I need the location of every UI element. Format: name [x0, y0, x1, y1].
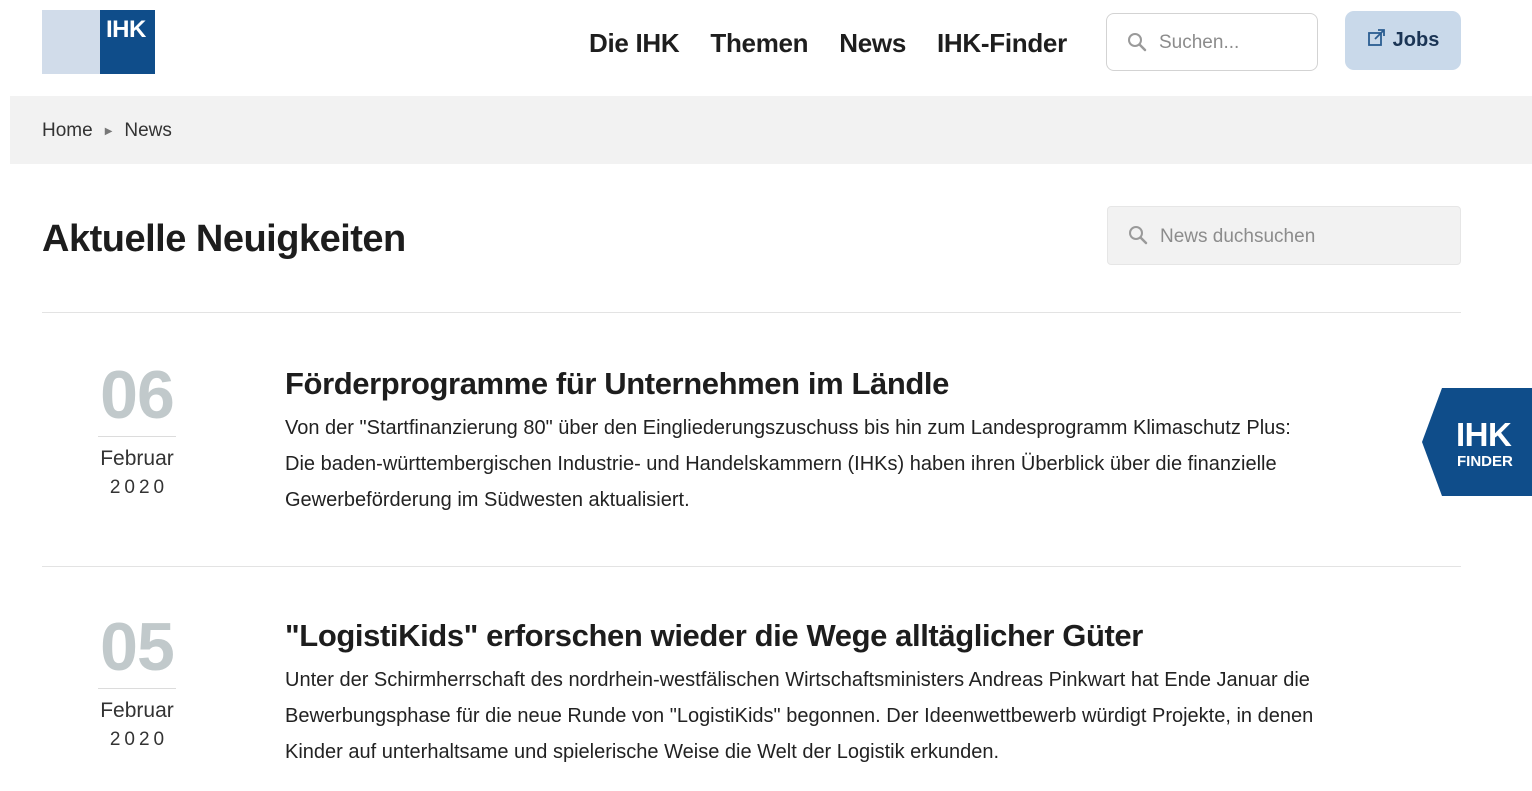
logo-light-block	[42, 10, 100, 74]
ihk-finder-badge[interactable]: IHK FINDER	[1422, 388, 1532, 496]
news-month: Februar	[100, 699, 174, 722]
nav-item-themen[interactable]: Themen	[710, 28, 808, 59]
breadcrumb: Home ▶ News	[42, 120, 172, 142]
news-date: 06 Februar 2020	[98, 357, 176, 503]
news-teaser: Von der "Startfinanzierung 80" über den …	[285, 417, 1291, 511]
date-divider	[98, 436, 176, 437]
nav-item-news[interactable]: News	[839, 28, 906, 59]
external-link-icon	[1367, 28, 1387, 53]
news-year: 2020	[109, 477, 169, 498]
news-item: 06 Februar 2020 Förderprogramme für Unte…	[42, 357, 1342, 534]
jobs-button[interactable]: Jobs	[1345, 11, 1461, 70]
search-icon	[1128, 225, 1148, 250]
nav-item-die-ihk[interactable]: Die IHK	[589, 28, 680, 59]
news-search[interactable]	[1107, 206, 1461, 265]
news-content: "LogistiKids" erforschen wieder die Wege…	[285, 616, 1315, 770]
news-day: 06	[100, 357, 175, 433]
header-search-input[interactable]	[1157, 28, 1311, 58]
news-title[interactable]: Förderprogramme für Unternehmen im Ländl…	[285, 364, 1315, 404]
nav-item-ihk-finder[interactable]: IHK-Finder	[937, 28, 1067, 59]
jobs-label: Jobs	[1392, 29, 1440, 51]
breadcrumb-separator-icon: ▶	[104, 125, 113, 137]
divider	[42, 312, 1461, 313]
news-title[interactable]: "LogistiKids" erforschen wieder die Wege…	[285, 616, 1315, 656]
divider	[42, 566, 1461, 567]
date-divider	[98, 688, 176, 689]
search-icon	[1127, 32, 1147, 57]
breadcrumb-home[interactable]: Home	[42, 120, 93, 142]
ihk-logo[interactable]: IHK	[42, 10, 155, 74]
news-day: 05	[100, 609, 175, 685]
news-content: Förderprogramme für Unternehmen im Ländl…	[285, 364, 1315, 518]
news-teaser: Unter der Schirmherrschaft des nordrhein…	[285, 669, 1314, 763]
news-search-input[interactable]	[1158, 222, 1452, 252]
news-item: 05 Februar 2020 "LogistiKids" erforschen…	[42, 609, 1342, 786]
breadcrumb-news[interactable]: News	[124, 120, 172, 142]
breadcrumb-bar: Home ▶ News	[10, 96, 1532, 164]
news-date: 05 Februar 2020	[98, 609, 176, 755]
news-month: Februar	[100, 447, 174, 470]
page-title: Aktuelle Neuigkeiten	[42, 218, 406, 260]
finder-badge-subtitle: FINDER	[1457, 453, 1513, 470]
finder-badge-title: IHK	[1456, 416, 1512, 453]
site-header: IHK Die IHK Themen News IHK-Finder Jobs	[0, 0, 1532, 96]
header-search[interactable]	[1106, 13, 1318, 71]
main-nav: Die IHK Themen News IHK-Finder	[589, 28, 1067, 59]
logo-text: IHK	[106, 16, 146, 43]
news-year: 2020	[109, 729, 169, 750]
